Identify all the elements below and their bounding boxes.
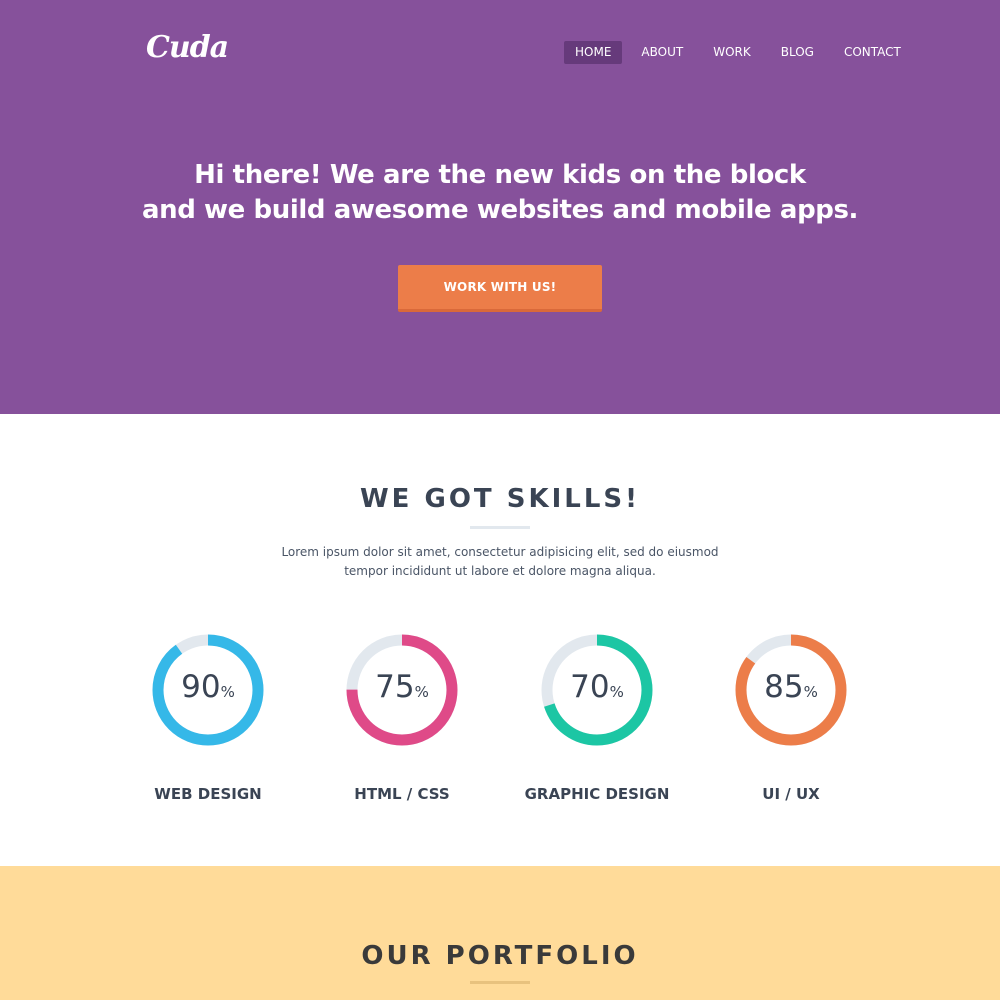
skill-percentage: 90% [152, 669, 264, 705]
skill-value: 85 [764, 669, 804, 705]
percent-sign: % [220, 683, 235, 701]
skill-percentage: 70% [541, 669, 653, 705]
skill-name: GRAPHIC DESIGN [524, 785, 670, 803]
work-with-us-button[interactable]: WORK WITH US! [398, 265, 602, 312]
skills-section: WE GOT SKILLS! Lorem ipsum dolor sit ame… [0, 414, 1000, 866]
percent-sign: % [803, 683, 818, 701]
nav-item-home[interactable]: HOME [564, 41, 623, 64]
nav-item-about[interactable]: ABOUT [630, 41, 694, 64]
skill-value: 75 [375, 669, 415, 705]
skill-value: 90 [181, 669, 221, 705]
logo[interactable]: Cuda [146, 30, 229, 65]
nav-item-blog[interactable]: BLOG [770, 41, 825, 64]
hero-headline-line2: and we build awesome websites and mobile… [141, 195, 859, 225]
nav-item-work[interactable]: WORK [702, 41, 762, 64]
main-nav: HOME ABOUT WORK BLOG CONTACT [564, 41, 912, 64]
hero-headline-line1: Hi there! We are the new kids on the blo… [194, 160, 806, 190]
percent-sign: % [609, 683, 624, 701]
portfolio-title: OUR PORTFOLIO [361, 941, 639, 971]
percent-sign: % [414, 683, 429, 701]
portfolio-section: OUR PORTFOLIO [0, 866, 1000, 1000]
hero-headline: Hi there! We are the new kids on the blo… [0, 158, 1000, 228]
skills-description-line1: Lorem ipsum dolor sit amet, consectetur … [281, 545, 719, 559]
skills-title: WE GOT SKILLS! [360, 484, 640, 514]
portfolio-title-divider [470, 981, 530, 984]
skill-value: 70 [570, 669, 610, 705]
skills-description: Lorem ipsum dolor sit amet, consectetur … [250, 543, 750, 581]
skill-percentage: 85% [735, 669, 847, 705]
skill-name: WEB DESIGN [154, 785, 262, 803]
skill-name: UI / UX [762, 785, 820, 803]
nav-item-contact[interactable]: CONTACT [833, 41, 912, 64]
skills-title-divider [470, 526, 530, 529]
skill-name: HTML / CSS [354, 785, 450, 803]
skill-percentage: 75% [346, 669, 458, 705]
hero-section: Cuda HOME ABOUT WORK BLOG CONTACT Hi the… [0, 0, 1000, 414]
skills-description-line2: tempor incididunt ut labore et dolore ma… [344, 564, 656, 578]
